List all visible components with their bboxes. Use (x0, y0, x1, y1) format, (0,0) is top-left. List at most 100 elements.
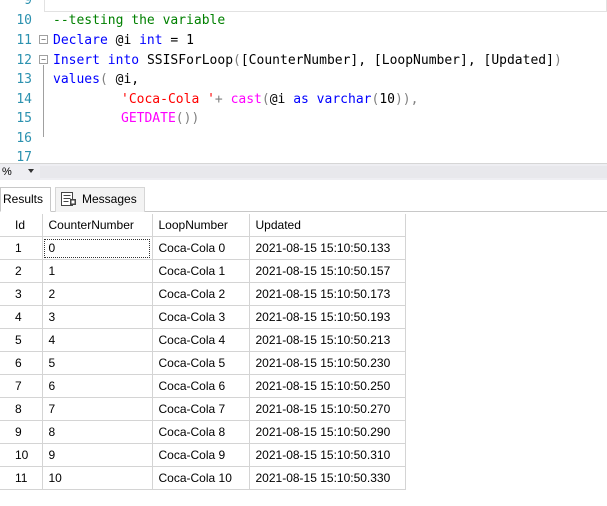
cell-value: Coca-Cola 1 (158, 264, 226, 279)
table-cell[interactable]: 5 (42, 351, 153, 376)
table-cell[interactable]: Coca-Cola 7 (152, 397, 250, 422)
cell-value: 2 (48, 287, 56, 302)
messages-icon (61, 192, 76, 206)
table-cell[interactable]: 2021-08-15 15:10:50.230 (249, 351, 406, 376)
row-number[interactable]: 10 (0, 443, 43, 468)
table-row[interactable]: 2 1 Coca-Cola 1 2021-08-15 15:10:50.157 (0, 259, 406, 284)
table-row[interactable]: 4 3 Coca-Cola 3 2021-08-15 15:10:50.193 (0, 305, 406, 330)
code-line-14: 14 'Coca-Cola '+ cast(@i as varchar(10))… (0, 90, 607, 109)
table-cell[interactable]: 1 (42, 259, 153, 284)
table-row[interactable]: 8 7 Coca-Cola 7 2021-08-15 15:10:50.270 (0, 397, 406, 422)
zoom-dropdown[interactable]: % (0, 164, 38, 180)
row-number[interactable]: 9 (0, 420, 43, 445)
table-row[interactable]: 9 8 Coca-Cola 8 2021-08-15 15:10:50.290 (0, 420, 406, 445)
cell-value: 2021-08-15 15:10:50.173 (255, 287, 391, 302)
table-row[interactable]: 5 4 Coca-Cola 4 2021-08-15 15:10:50.213 (0, 328, 406, 353)
table-cell[interactable]: 3 (42, 305, 153, 330)
table-cell[interactable]: Coca-Cola 4 (152, 328, 250, 353)
table-cell[interactable]: 2021-08-15 15:10:50.310 (249, 443, 406, 468)
query-editor[interactable]: 9 10 --testing the variable 11 − Declare… (0, 0, 607, 163)
table-cell[interactable]: Coca-Cola 2 (152, 282, 250, 307)
table-cell[interactable]: 6 (42, 374, 153, 399)
tab-results-label: Results (3, 192, 44, 206)
row-number[interactable]: 3 (0, 282, 43, 307)
row-number[interactable]: 1 (0, 236, 43, 261)
line-number: 9 (24, 0, 32, 8)
table-cell[interactable]: 0 (42, 236, 153, 261)
tab-messages[interactable]: Messages (55, 187, 145, 212)
table-row[interactable]: 3 2 Coca-Cola 2 2021-08-15 15:10:50.173 (0, 282, 406, 307)
table-cell[interactable]: 8 (42, 420, 153, 445)
cell-value: 2021-08-15 15:10:50.270 (255, 402, 391, 417)
line-number: 11 (16, 33, 32, 48)
table-cell[interactable]: Coca-Cola 3 (152, 305, 250, 330)
row-number[interactable]: 11 (0, 466, 43, 491)
table-cell[interactable]: 2021-08-15 15:10:50.133 (249, 236, 406, 261)
tab-results[interactable]: Results (0, 187, 51, 212)
grid-header-row: Id CounterNumber LoopNumber Updated (0, 214, 406, 238)
cell-value: 9 (48, 448, 56, 463)
editor-zoom-bar: % (0, 163, 607, 180)
table-cell[interactable]: Coca-Cola 6 (152, 374, 250, 399)
cell-value: Coca-Cola 4 (158, 333, 226, 348)
cell-value: Coca-Cola 7 (158, 402, 226, 417)
table-cell[interactable]: Coca-Cola 9 (152, 443, 250, 468)
tab-messages-label: Messages (82, 192, 137, 206)
table-cell[interactable]: 7 (42, 397, 153, 422)
row-number[interactable]: 7 (0, 374, 43, 399)
cell-value: Coca-Cola 5 (158, 356, 226, 371)
table-cell[interactable]: 2021-08-15 15:10:50.290 (249, 420, 406, 445)
cell-value: 2021-08-15 15:10:50.133 (255, 241, 391, 256)
cell-value: 1 (48, 264, 56, 279)
cell-value: Coca-Cola 0 (158, 241, 226, 256)
column-header-id[interactable]: Id (0, 214, 43, 238)
table-cell[interactable]: Coca-Cola 0 (152, 236, 250, 261)
table-row[interactable]: 10 9 Coca-Cola 9 2021-08-15 15:10:50.310 (0, 443, 406, 468)
table-cell[interactable]: 4 (42, 328, 153, 353)
results-grid[interactable]: Id CounterNumber LoopNumber Updated 1 0 Co… (0, 214, 406, 491)
table-cell[interactable]: 2021-08-15 15:10:50.330 (249, 466, 406, 491)
cell-value: 2021-08-15 15:10:50.310 (255, 448, 391, 463)
table-cell[interactable]: 2021-08-15 15:10:50.213 (249, 328, 406, 353)
collapse-icon[interactable]: − (39, 55, 48, 64)
table-cell[interactable]: 9 (42, 443, 153, 468)
table-cell[interactable]: 2021-08-15 15:10:50.250 (249, 374, 406, 399)
line-number: 15 (16, 111, 32, 126)
cell-value: 2021-08-15 15:10:50.290 (255, 425, 391, 440)
table-row[interactable]: 11 10 Coca-Cola 10 2021-08-15 15:10:50.330 (0, 466, 406, 491)
table-cell[interactable]: 2 (42, 282, 153, 307)
table-cell[interactable]: 2021-08-15 15:10:50.173 (249, 282, 406, 307)
cell-value: 2021-08-15 15:10:50.250 (255, 379, 391, 394)
table-cell[interactable]: Coca-Cola 8 (152, 420, 250, 445)
column-header-updated[interactable]: Updated (249, 214, 406, 238)
column-header-counternumber[interactable]: CounterNumber (42, 214, 153, 238)
cell-value: 2021-08-15 15:10:50.193 (255, 310, 391, 325)
row-number[interactable]: 5 (0, 328, 43, 353)
code-line-17: 17 (0, 148, 607, 163)
collapse-icon[interactable]: − (39, 35, 48, 44)
code-text: 'Coca-Cola '+ cast(@i as varchar(10)), (121, 92, 419, 107)
cell-value: 0 (48, 241, 56, 256)
table-row[interactable]: 7 6 Coca-Cola 6 2021-08-15 15:10:50.250 (0, 374, 406, 399)
table-cell[interactable]: 2021-08-15 15:10:50.157 (249, 259, 406, 284)
table-cell[interactable]: Coca-Cola 5 (152, 351, 250, 376)
code-line-11: 11 − Declare @i int = 1 (0, 31, 607, 50)
table-cell[interactable]: 2021-08-15 15:10:50.270 (249, 397, 406, 422)
code-line-9: 9 (0, 0, 607, 10)
table-cell[interactable]: 10 (42, 466, 153, 491)
row-number[interactable]: 8 (0, 397, 43, 422)
code-line-16: 16 (0, 129, 607, 148)
horizontal-scrollbar[interactable] (40, 166, 607, 178)
table-cell[interactable]: Coca-Cola 1 (152, 259, 250, 284)
cell-value: 4 (48, 333, 56, 348)
cell-value: 2021-08-15 15:10:50.330 (255, 471, 391, 486)
column-header-loopnumber[interactable]: LoopNumber (152, 214, 250, 238)
row-number[interactable]: 4 (0, 305, 43, 330)
row-number[interactable]: 2 (0, 259, 43, 284)
row-number[interactable]: 6 (0, 351, 43, 376)
table-row[interactable]: 1 0 Coca-Cola 0 2021-08-15 15:10:50.133 (0, 236, 406, 261)
table-cell[interactable]: 2021-08-15 15:10:50.193 (249, 305, 406, 330)
table-cell[interactable]: Coca-Cola 10 (152, 466, 250, 491)
table-row[interactable]: 6 5 Coca-Cola 5 2021-08-15 15:10:50.230 (0, 351, 406, 376)
cell-value: 2021-08-15 15:10:50.157 (255, 264, 391, 279)
